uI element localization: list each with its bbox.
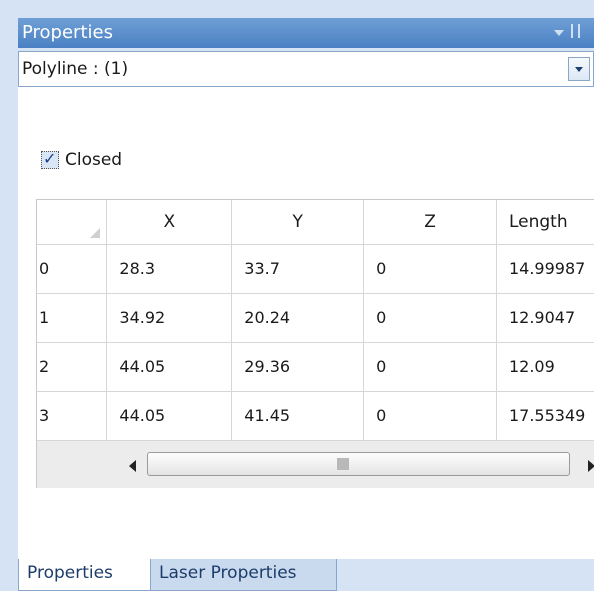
object-selector-value: Polyline : (1) bbox=[22, 59, 129, 79]
grid-corner[interactable] bbox=[37, 200, 108, 245]
scroll-left-icon[interactable] bbox=[129, 460, 136, 472]
table-row[interactable]: 1 34.92 20.24 0 12.9047 bbox=[37, 293, 594, 343]
row-index[interactable]: 3 bbox=[37, 391, 108, 441]
table-row[interactable]: 3 44.05 41.45 0 17.55349 bbox=[37, 391, 594, 441]
cell-length[interactable]: 17.55349 bbox=[496, 391, 594, 441]
pin-icon[interactable] bbox=[571, 24, 580, 38]
cell-z[interactable]: 0 bbox=[363, 342, 497, 392]
row-index[interactable]: 2 bbox=[37, 342, 108, 392]
scroll-grip-icon bbox=[337, 458, 349, 470]
cell-length[interactable]: 14.99987 bbox=[496, 244, 594, 294]
scroll-right-icon[interactable] bbox=[588, 460, 594, 472]
closed-checkbox[interactable]: ✓ bbox=[41, 149, 59, 169]
cell-z[interactable]: 0 bbox=[363, 244, 497, 294]
cell-y[interactable]: 20.24 bbox=[231, 293, 365, 343]
cell-z[interactable]: 0 bbox=[363, 391, 497, 441]
cell-x[interactable]: 44.05 bbox=[106, 342, 233, 392]
column-header-z[interactable]: Z bbox=[363, 200, 497, 245]
column-header-length[interactable]: Length bbox=[496, 200, 594, 245]
row-index[interactable]: 1 bbox=[37, 293, 108, 343]
cell-x[interactable]: 34.92 bbox=[106, 293, 233, 343]
row-index[interactable]: 0 bbox=[37, 244, 108, 294]
cell-length[interactable]: 12.09 bbox=[496, 342, 594, 392]
object-selector-dropdown[interactable]: Polyline : (1) bbox=[18, 51, 594, 87]
tab-laser-properties[interactable]: Laser Properties bbox=[151, 559, 337, 591]
horizontal-scrollbar[interactable] bbox=[37, 440, 594, 488]
dropdown-arrow-icon[interactable] bbox=[568, 57, 590, 81]
table-row[interactable]: 0 28.3 33.7 0 14.99987 bbox=[37, 244, 594, 294]
cell-z[interactable]: 0 bbox=[363, 293, 497, 343]
column-header-y[interactable]: Y bbox=[231, 200, 365, 245]
properties-content: ✓ Closed X Y Z Length 0 28.3 33.7 0 14.9… bbox=[18, 87, 594, 559]
panel-titlebar: Properties bbox=[18, 18, 594, 48]
closed-label: Closed bbox=[65, 150, 123, 170]
table-row[interactable]: 2 44.05 29.36 0 12.09 bbox=[37, 342, 594, 392]
cell-y[interactable]: 29.36 bbox=[231, 342, 365, 392]
cell-length[interactable]: 12.9047 bbox=[496, 293, 594, 343]
scroll-thumb[interactable] bbox=[147, 452, 570, 476]
tab-properties[interactable]: Properties bbox=[18, 559, 151, 591]
checkbox-check-icon: ✓ bbox=[43, 149, 57, 168]
cell-x[interactable]: 28.3 bbox=[106, 244, 233, 294]
panel-title: Properties bbox=[22, 22, 113, 43]
vertex-grid[interactable]: X Y Z Length 0 28.3 33.7 0 14.99987 1 34… bbox=[36, 199, 594, 488]
cell-y[interactable]: 41.45 bbox=[231, 391, 365, 441]
panel-tabs: Properties Laser Properties bbox=[18, 559, 594, 591]
cell-x[interactable]: 44.05 bbox=[106, 391, 233, 441]
properties-panel: Properties Polyline : (1) ✓ Closed X Y Z… bbox=[18, 18, 594, 591]
panel-menu-arrow-icon[interactable] bbox=[554, 30, 564, 36]
cell-y[interactable]: 33.7 bbox=[231, 244, 365, 294]
column-header-x[interactable]: X bbox=[106, 200, 233, 245]
